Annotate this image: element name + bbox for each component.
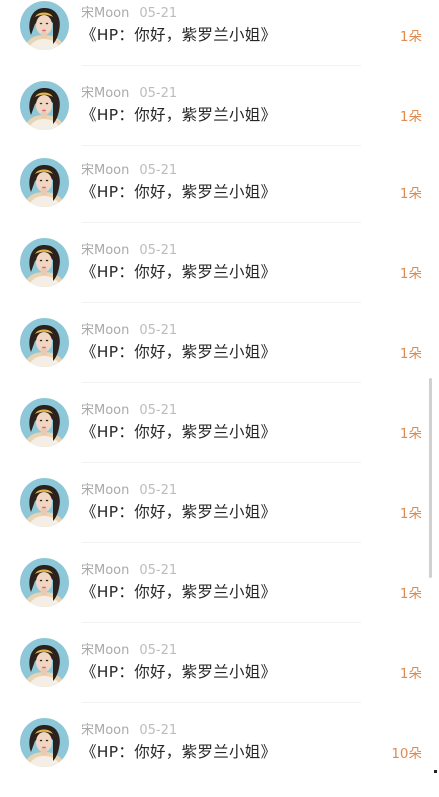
user-name: 宋Moon [81, 86, 130, 101]
date: 05-21 [139, 643, 178, 658]
flower-count: 1朵 [399, 426, 422, 442]
user-avatar-icon[interactable] [20, 318, 69, 367]
list-item[interactable]: 宋Moon 05-21 《HP：你好，紫罗兰小姐》 1朵 [0, 477, 439, 557]
list-item[interactable]: 宋Moon 05-21 《HP：你好，紫罗兰小姐》 1朵 [0, 237, 439, 317]
user-meta: 宋Moon 05-21 [81, 642, 177, 659]
flower-count: 1朵 [399, 109, 422, 125]
divider [82, 622, 361, 623]
divider [82, 382, 361, 383]
book-title[interactable]: 《HP：你好，紫罗兰小姐》 [81, 581, 276, 603]
date: 05-21 [139, 163, 178, 178]
divider [82, 145, 361, 146]
user-meta: 宋Moon 05-21 [81, 85, 177, 102]
date: 05-21 [139, 483, 178, 498]
flower-count: 1朵 [399, 346, 422, 362]
date: 05-21 [139, 86, 178, 101]
flower-count: 1朵 [399, 586, 422, 602]
user-name: 宋Moon [81, 6, 130, 21]
list-item[interactable]: 宋Moon 05-21 《HP：你好，紫罗兰小姐》 1朵 [0, 157, 439, 237]
list-item[interactable]: 宋Moon 05-21 《HP：你好，紫罗兰小姐》 1朵 [0, 317, 439, 397]
list-item[interactable]: 宋Moon 05-21 《HP：你好，紫罗兰小姐》 1朵 [0, 557, 439, 637]
user-avatar-icon[interactable] [20, 478, 69, 527]
book-title[interactable]: 《HP：你好，紫罗兰小姐》 [81, 181, 276, 203]
user-meta: 宋Moon 05-21 [81, 562, 177, 579]
user-name: 宋Moon [81, 323, 130, 338]
book-title[interactable]: 《HP：你好，紫罗兰小姐》 [81, 501, 276, 523]
book-title[interactable]: 《HP：你好，紫罗兰小姐》 [81, 341, 276, 363]
user-name: 宋Moon [81, 483, 130, 498]
book-title[interactable]: 《HP：你好，紫罗兰小姐》 [81, 261, 276, 283]
user-avatar-icon[interactable] [20, 81, 69, 130]
gift-record-list: 宋Moon 05-21 《HP：你好，紫罗兰小姐》 1朵 宋Moon 05-21 《… [0, 0, 439, 774]
user-meta: 宋Moon 05-21 [81, 5, 177, 22]
flower-count: 1朵 [399, 506, 422, 522]
divider [82, 65, 361, 66]
book-title[interactable]: 《HP：你好，紫罗兰小姐》 [81, 421, 276, 443]
user-name: 宋Moon [81, 723, 130, 738]
user-name: 宋Moon [81, 163, 130, 178]
list-item[interactable]: 宋Moon 05-21 《HP：你好，紫罗兰小姐》 1朵 [0, 397, 439, 477]
user-avatar-icon[interactable] [20, 558, 69, 607]
date: 05-21 [139, 723, 178, 738]
flower-count: 1朵 [399, 666, 422, 682]
flower-count: 1朵 [399, 186, 422, 202]
book-title[interactable]: 《HP：你好，紫罗兰小姐》 [81, 661, 276, 683]
list-item[interactable]: 宋Moon 05-21 《HP：你好，紫罗兰小姐》 1朵 [0, 80, 439, 160]
flower-count: 1朵 [399, 29, 422, 45]
user-avatar-icon[interactable] [20, 158, 69, 207]
flower-count: 1朵 [399, 266, 422, 282]
date: 05-21 [139, 243, 178, 258]
flower-count: 10朵 [391, 746, 422, 762]
list-item[interactable]: 宋Moon 05-21 《HP：你好，紫罗兰小姐》 1朵 [0, 637, 439, 717]
user-meta: 宋Moon 05-21 [81, 722, 177, 739]
divider [82, 542, 361, 543]
book-title[interactable]: 《HP：你好，紫罗兰小姐》 [81, 24, 276, 46]
user-name: 宋Moon [81, 243, 130, 258]
user-avatar-icon[interactable] [20, 398, 69, 447]
date: 05-21 [139, 323, 178, 338]
user-name: 宋Moon [81, 563, 130, 578]
user-meta: 宋Moon 05-21 [81, 242, 177, 259]
user-name: 宋Moon [81, 643, 130, 658]
date: 05-21 [139, 403, 178, 418]
date: 05-21 [139, 563, 178, 578]
divider [82, 222, 361, 223]
user-avatar-icon[interactable] [20, 718, 69, 767]
corner-dot [434, 770, 437, 773]
user-avatar-icon[interactable] [20, 1, 69, 50]
user-meta: 宋Moon 05-21 [81, 322, 177, 339]
divider [82, 702, 361, 703]
user-avatar-icon[interactable] [20, 238, 69, 287]
scrollbar[interactable] [429, 378, 432, 578]
user-avatar-icon[interactable] [20, 638, 69, 687]
user-meta: 宋Moon 05-21 [81, 162, 177, 179]
date: 05-21 [139, 6, 178, 21]
list-item[interactable]: 宋Moon 05-21 《HP：你好，紫罗兰小姐》 10朵 [0, 717, 439, 797]
user-meta: 宋Moon 05-21 [81, 482, 177, 499]
user-meta: 宋Moon 05-21 [81, 402, 177, 419]
list-item[interactable]: 宋Moon 05-21 《HP：你好，紫罗兰小姐》 1朵 [0, 0, 439, 80]
user-name: 宋Moon [81, 403, 130, 418]
divider [82, 302, 361, 303]
book-title[interactable]: 《HP：你好，紫罗兰小姐》 [81, 104, 276, 126]
book-title[interactable]: 《HP：你好，紫罗兰小姐》 [81, 741, 276, 763]
divider [82, 462, 361, 463]
